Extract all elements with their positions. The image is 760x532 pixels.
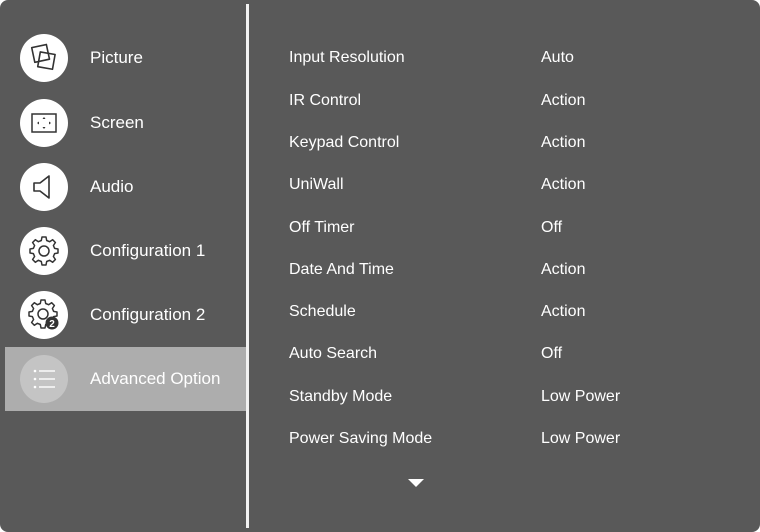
options-panel: Input Resolution Auto IR Control Action … [249, 4, 756, 528]
option-label: IR Control [289, 92, 362, 109]
picture-icon [20, 34, 68, 82]
sidebar: Picture Screen Audio Configuration 1 2 C… [5, 4, 246, 528]
option-row-schedule[interactable]: Schedule Action [249, 291, 756, 333]
option-row-date-and-time[interactable]: Date And Time Action [249, 249, 756, 291]
gear-2-badge: 2 [49, 319, 55, 330]
option-value: Action [541, 261, 586, 278]
option-row-standby-mode[interactable]: Standby Mode Low Power [249, 376, 756, 418]
sidebar-item-audio[interactable]: Audio [5, 155, 246, 219]
option-label: UniWall [289, 176, 344, 193]
option-row-auto-search[interactable]: Auto Search Off [249, 333, 756, 375]
option-value: Off [541, 345, 563, 362]
option-value: Action [541, 134, 586, 151]
option-value: Action [541, 303, 586, 320]
sidebar-item-label: Screen [90, 113, 144, 132]
option-label: Auto Search [289, 345, 378, 362]
option-label: Input Resolution [289, 49, 405, 66]
osd-menu: Picture Screen Audio Configuration 1 2 C… [0, 0, 760, 532]
option-label: Off Timer [289, 219, 355, 236]
sidebar-item-screen[interactable]: Screen [5, 91, 246, 155]
sidebar-item-label: Audio [90, 177, 134, 196]
option-row-keypad-control[interactable]: Keypad Control Action [249, 122, 756, 164]
option-label: Keypad Control [289, 134, 400, 151]
sidebar-item-label: Configuration 2 [90, 305, 206, 324]
option-value: Action [541, 176, 586, 193]
gear-2-icon: 2 [20, 291, 68, 339]
option-label: Schedule [289, 303, 356, 320]
screen-icon [20, 99, 68, 147]
down-arrow-icon[interactable] [408, 479, 424, 487]
sidebar-item-configuration-1[interactable]: Configuration 1 [5, 219, 246, 283]
list-icon [20, 355, 68, 403]
option-label: Standby Mode [289, 388, 393, 405]
gear-icon [20, 227, 68, 275]
sidebar-item-advanced-option[interactable]: Advanced Option [5, 347, 246, 411]
option-value: Action [541, 92, 586, 109]
speaker-icon [20, 163, 68, 211]
option-value: Off [541, 219, 563, 236]
option-row-ir-control[interactable]: IR Control Action [249, 80, 756, 122]
sidebar-item-configuration-2[interactable]: 2 Configuration 2 [5, 283, 246, 347]
option-value: Low Power [541, 430, 621, 447]
sidebar-item-label: Picture [90, 48, 143, 67]
option-row-power-saving-mode[interactable]: Power Saving Mode Low Power [249, 418, 756, 460]
sidebar-item-label: Configuration 1 [90, 241, 206, 260]
option-row-uniwall[interactable]: UniWall Action [249, 164, 756, 206]
option-value: Low Power [541, 388, 621, 405]
option-label: Power Saving Mode [289, 430, 433, 447]
sidebar-item-picture[interactable]: Picture [5, 26, 246, 90]
option-row-input-resolution[interactable]: Input Resolution Auto [249, 37, 756, 79]
sidebar-item-label: Advanced Option [90, 369, 221, 388]
option-value: Auto [541, 49, 574, 66]
option-row-off-timer[interactable]: Off Timer Off [249, 207, 756, 249]
option-label: Date And Time [289, 261, 394, 278]
